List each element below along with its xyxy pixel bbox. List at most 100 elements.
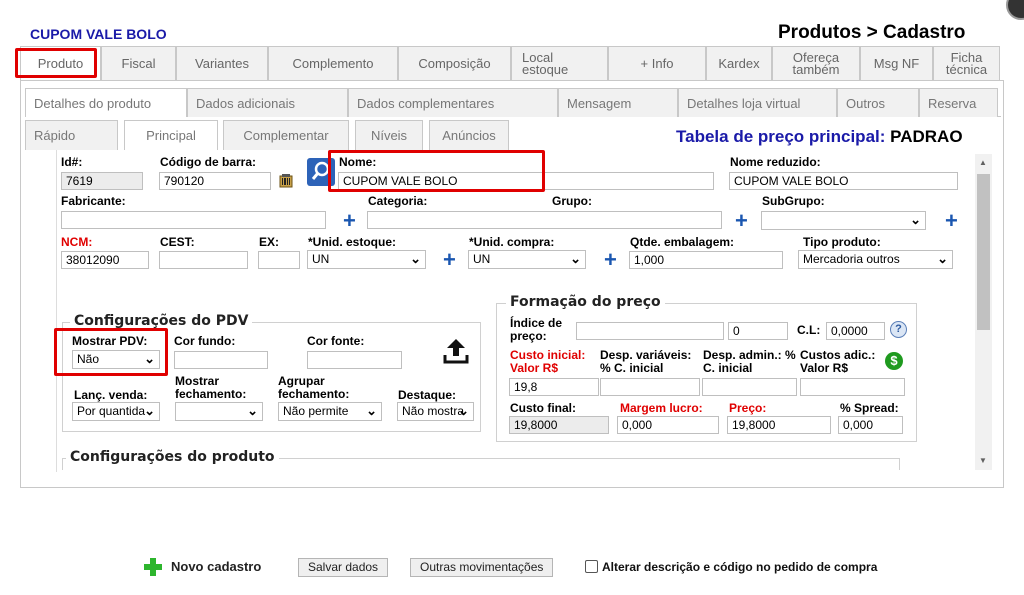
tab-anuncios[interactable]: Anúncios [429,120,509,150]
scroll-thumb[interactable] [977,174,990,330]
scroll-down-icon[interactable]: ▼ [979,456,987,465]
price-index-field[interactable] [576,322,724,340]
tab-label: Detalhes do produto [34,95,152,111]
subgroup-select[interactable]: ⌄ [761,211,926,230]
tab-kardex[interactable]: Kardex [706,46,772,80]
sale-launch-select[interactable]: Por quantida ⌄ [72,402,160,421]
tab-ofereca-tambem[interactable]: Ofereça também [772,46,860,80]
product-type-label: Tipo produto: [803,235,881,249]
price-index-number[interactable]: 0 [728,322,788,340]
save-button[interactable]: Salvar dados [298,558,389,577]
tab-mensagem[interactable]: Mensagem [558,88,678,117]
tab-label: Rápido [34,128,76,143]
initial-cost-field[interactable]: 19,8 [509,378,599,396]
initial-cost-label: Custo inicial: Valor R$ [510,348,586,375]
barcode-generate-icon[interactable] [277,173,295,189]
spread-field[interactable]: 0,000 [838,416,903,434]
chevron-down-icon: ⌄ [144,403,155,418]
change-description-checkbox[interactable] [585,560,598,573]
highlight-show-pdv [54,328,168,376]
cl-field[interactable]: 0,0000 [826,322,885,340]
tab-detalhes-loja-virtual[interactable]: Detalhes loja virtual [678,88,837,117]
tab-reserva[interactable]: Reserva [919,88,998,117]
unit-stock-value: UN [312,252,330,266]
tab-principal[interactable]: Principal [124,120,218,150]
highlight-select[interactable]: Não mostra ⌄ [397,402,474,421]
tab-local-estoque[interactable]: Local estoque [511,46,608,80]
show-close-select[interactable]: ⌄ [175,402,263,421]
add-subgroup-icon[interactable]: + [945,210,958,232]
other-movements-button[interactable]: Outras movimentações [410,558,554,577]
unit-purchase-select[interactable]: UN ⌄ [468,250,586,269]
add-unit-purchase-icon[interactable]: + [604,249,617,271]
tab-outros[interactable]: Outros [837,88,919,117]
tab-label: Ficha técnica [945,49,988,77]
price-table-value: PADRAO [890,127,963,146]
page-title: Produtos > Cadastro [778,22,966,43]
tab-fiscal[interactable]: Fiscal [101,46,176,80]
category-label: Categoria: [368,194,428,208]
manufacturer-label: Fabricante: [61,194,126,208]
tab-ficha-tecnica[interactable]: Ficha técnica [933,46,1000,80]
chevron-down-icon: ⌄ [458,403,469,418]
ex-field[interactable] [258,251,300,269]
highlight-label: Destaque: [398,388,457,402]
window-corner-control[interactable] [1006,0,1024,20]
price-table-title: Tabela de preço principal: PADRAO [676,127,963,147]
tab-complementar[interactable]: Complementar [223,120,349,150]
add-manufacturer-icon[interactable]: + [343,210,356,232]
chevron-down-icon: ⌄ [910,212,921,227]
tab-mais-info[interactable]: + Info [608,46,706,80]
ncm-field[interactable]: 38012090 [61,251,149,269]
tab-complemento[interactable]: Complemento [268,46,398,80]
manufacturer-field[interactable] [61,211,326,229]
tab-dados-complementares[interactable]: Dados complementares [348,88,558,117]
product-config-title: Configurações do produto [66,449,279,465]
font-color-field[interactable] [307,351,402,369]
chevron-down-icon: ⌄ [247,403,258,418]
tab-label: Fiscal [121,55,156,71]
tab-niveis[interactable]: Níveis [355,120,423,150]
group-close-select[interactable]: Não permite ⌄ [278,402,382,421]
category-field[interactable] [367,211,722,229]
chevron-down-icon: ⌄ [366,403,377,418]
upload-icon[interactable] [440,335,472,367]
tab-label: Mensagem [567,95,632,111]
tab-label: Níveis [370,128,408,143]
cest-field[interactable] [159,251,248,269]
price-field[interactable]: 19,8000 [727,416,831,434]
tab-rapido[interactable]: Rápido [25,120,118,150]
id-field: 7619 [61,172,143,190]
barcode-field[interactable]: 790120 [159,172,271,190]
tab-dados-adicionais[interactable]: Dados adicionais [187,88,348,117]
additional-costs-field[interactable] [800,378,905,396]
add-unit-stock-icon[interactable]: + [443,249,456,271]
pricing-section-title: Formação do preço [506,294,665,310]
tab-variantes[interactable]: Variantes [176,46,268,80]
cl-label: C.L: [797,323,821,337]
variable-expenses-field[interactable] [600,378,700,396]
admin-expenses-field[interactable] [702,378,797,396]
help-icon[interactable]: ? [890,321,907,338]
new-record-button[interactable]: Novo cadastro [171,559,261,574]
margin-field[interactable]: 0,000 [617,416,719,434]
bg-color-field[interactable] [174,351,268,369]
short-name-field[interactable]: CUPOM VALE BOLO [729,172,958,190]
money-icon[interactable]: $ [885,352,903,370]
package-qty-field[interactable]: 1,000 [629,251,783,269]
tab-detalhes-produto[interactable]: Detalhes do produto [25,88,187,117]
show-close-label: Mostrar fechamento: [175,374,247,401]
add-group-icon[interactable]: + [735,210,748,232]
unit-stock-select[interactable]: UN ⌄ [307,250,426,269]
tab-msg-nf[interactable]: Msg NF [860,46,933,80]
ex-label: EX: [259,235,280,249]
product-type-select[interactable]: Mercadoria outros ⌄ [798,250,953,269]
highlight-value: Não mostra [402,404,465,418]
price-label: Preço: [729,401,767,415]
subgroup-label: SubGrupo: [762,194,825,208]
tab-label: + Info [640,55,674,71]
vertical-scrollbar[interactable]: ▲ ▼ [975,154,992,470]
plus-icon[interactable] [143,557,163,577]
scroll-up-icon[interactable]: ▲ [979,158,987,167]
tab-composicao[interactable]: Composição [398,46,511,80]
